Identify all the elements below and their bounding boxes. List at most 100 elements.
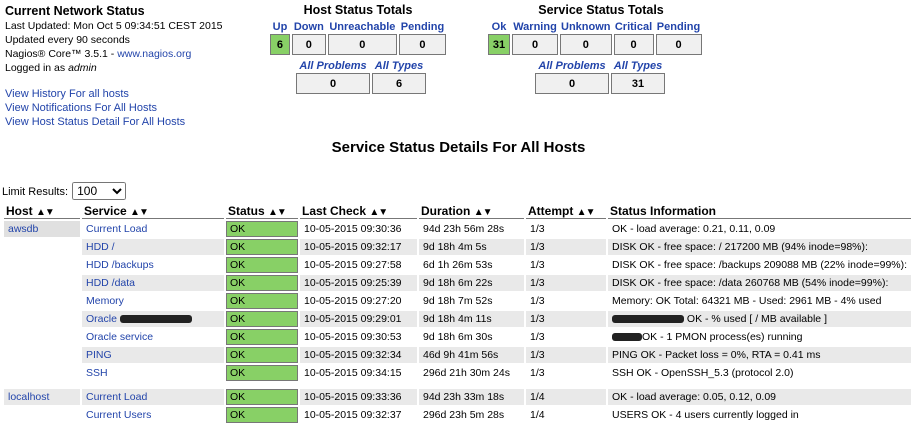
col-status-info-label: Status Information (610, 204, 717, 218)
status-info-cell: OK - load average: 0.05, 0.12, 0.09 (608, 389, 912, 405)
attempt-cell: 1/3 (530, 367, 545, 379)
col-last-check[interactable]: Last Check ▲▼ (300, 204, 417, 219)
status-info-cell: DISK OK - free space: / 217200 MB (94% i… (608, 239, 912, 255)
service-totals-title: Service Status Totals (538, 3, 664, 17)
limit-select[interactable]: 100 (72, 182, 127, 200)
service-link[interactable]: SSH (86, 367, 108, 379)
duration-cell: 94d 23h 56m 28s (423, 223, 505, 235)
host-cell (4, 257, 80, 273)
service-status-table: Host ▲▼ Service ▲▼ Status ▲▼ Last Check … (2, 202, 913, 425)
view-notifications-link[interactable]: View Notifications For All Hosts (5, 102, 157, 114)
view-host-status-link[interactable]: View Host Status Detail For All Hosts (5, 116, 185, 128)
redacted-mark (612, 333, 642, 342)
sort-arrows-icon[interactable]: ▲▼ (474, 207, 493, 218)
service-link[interactable]: Current Load (86, 391, 147, 403)
table-row: Memory OK 10-05-2015 09:27:20 9d 18h 7m … (4, 293, 911, 309)
host-pending-header[interactable]: Pending (399, 19, 446, 34)
service-link[interactable]: HDD / (86, 241, 115, 253)
svc-pending-header[interactable]: Pending (656, 19, 702, 34)
status-badge: OK (226, 221, 298, 237)
svc-warning-header[interactable]: Warning (512, 19, 558, 34)
attempt-cell: 1/3 (530, 223, 545, 235)
service-summary-table: All Problems All Types 0 31 (533, 58, 667, 94)
svc-all-types-header[interactable]: All Types (611, 58, 665, 73)
host-all-problems-count: 0 (296, 73, 370, 94)
attempt-cell: 1/3 (526, 311, 606, 327)
svc-all-problems-header[interactable]: All Problems (535, 58, 609, 73)
status-info-cell: OK - % used [ / MB available ] (608, 311, 912, 327)
host-up-header[interactable]: Up (270, 19, 290, 34)
view-history-link[interactable]: View History For all hosts (5, 88, 129, 100)
host-cell[interactable]: awsdb (4, 221, 80, 237)
sort-arrows-icon[interactable]: ▲▼ (130, 207, 149, 218)
last-check-cell: 10-05-2015 09:32:17 (300, 239, 417, 255)
host-cell (4, 293, 80, 309)
svc-unknown-header[interactable]: Unknown (560, 19, 612, 34)
service-link[interactable]: HDD /backups (86, 259, 154, 271)
service-link[interactable]: PING (86, 349, 112, 361)
table-row: Current Users OK 10-05-2015 09:32:37 296… (4, 407, 911, 423)
status-info-cell: PING OK - Packet loss = 0%, RTA = 0.41 m… (608, 347, 912, 363)
table-row: localhost Current Load OK 10-05-2015 09:… (4, 389, 912, 405)
host-cell (4, 275, 80, 291)
status-info-cell: USERS OK - 4 users currently logged in (612, 409, 799, 421)
status-badge: OK (226, 407, 298, 423)
svc-ok-header[interactable]: Ok (488, 19, 510, 34)
service-link[interactable]: Memory (86, 295, 124, 307)
attempt-cell: 1/3 (526, 347, 606, 363)
host-down-header[interactable]: Down (292, 19, 326, 34)
sort-arrows-icon[interactable]: ▲▼ (268, 207, 287, 218)
status-info-cell: DISK OK - free space: /data 260768 MB (5… (608, 275, 912, 291)
col-host[interactable]: Host ▲▼ (4, 204, 80, 219)
col-duration[interactable]: Duration ▲▼ (419, 204, 524, 219)
sort-arrows-icon[interactable]: ▲▼ (577, 207, 596, 218)
network-status-title: Current Network Status (5, 4, 145, 18)
svc-warning-count: 0 (512, 34, 558, 55)
col-status[interactable]: Status ▲▼ (226, 204, 298, 219)
attempt-cell: 1/3 (526, 275, 606, 291)
service-link[interactable]: Oracle (86, 313, 117, 325)
redacted-mark (119, 315, 192, 324)
host-unreachable-header[interactable]: Unreachable (328, 19, 397, 34)
last-check-cell: 10-05-2015 09:33:36 (300, 389, 417, 405)
status-badge: OK (226, 365, 298, 381)
status-badge: OK (226, 293, 298, 309)
service-status-totals: Service Status Totals Ok Warning Unknown… (486, 3, 716, 94)
host-cell (4, 329, 80, 345)
status-info-cell: OK - 1 PMON process(es) running (608, 329, 911, 345)
username: admin (68, 62, 97, 74)
logged-in-line: Logged in as admin (5, 61, 265, 75)
host-link[interactable]: localhost (8, 391, 49, 403)
logged-in-text: Logged in as (5, 62, 69, 74)
host-link[interactable]: awsdb (8, 223, 38, 235)
last-check-cell: 10-05-2015 09:25:39 (300, 275, 417, 291)
host-all-types-header[interactable]: All Types (372, 58, 426, 73)
network-status-info: Current Network Status Last Updated: Mon… (5, 3, 265, 129)
host-cell[interactable]: localhost (4, 389, 80, 405)
service-link[interactable]: HDD /data (86, 277, 135, 289)
host-unreachable-count: 0 (327, 34, 397, 55)
duration-cell: 9d 18h 4m 5s (419, 239, 524, 255)
sort-arrows-icon[interactable]: ▲▼ (369, 207, 388, 218)
host-pending-count: 0 (398, 34, 446, 55)
status-info-cell: OK - load average: 0.21, 0.11, 0.09 (612, 223, 776, 235)
attempt-cell: 1/3 (526, 239, 606, 255)
duration-cell: 296d 23h 5m 28s (423, 409, 505, 421)
service-totals-table: Ok Warning Unknown Critical Pending 31 0… (486, 19, 704, 55)
svc-critical-header[interactable]: Critical (614, 19, 654, 34)
service-link[interactable]: Oracle service (86, 331, 153, 343)
status-badge: OK (226, 311, 298, 327)
last-check-cell: 10-05-2015 09:30:36 (304, 223, 402, 235)
attempt-cell: 1/3 (530, 259, 545, 271)
host-all-problems-header[interactable]: All Problems (296, 58, 370, 73)
service-link[interactable]: Current Users (86, 409, 151, 421)
nagios-link[interactable]: www.nagios.org (117, 48, 191, 60)
service-link[interactable]: Current Load (86, 223, 147, 235)
host-all-types-count: 6 (372, 73, 426, 94)
last-check-cell: 10-05-2015 09:32:37 (304, 409, 402, 421)
col-attempt[interactable]: Attempt ▲▼ (526, 204, 606, 219)
host-cell (4, 239, 80, 255)
sort-arrows-icon[interactable]: ▲▼ (36, 207, 55, 218)
col-service[interactable]: Service ▲▼ (82, 204, 224, 219)
status-badge: OK (226, 347, 298, 363)
